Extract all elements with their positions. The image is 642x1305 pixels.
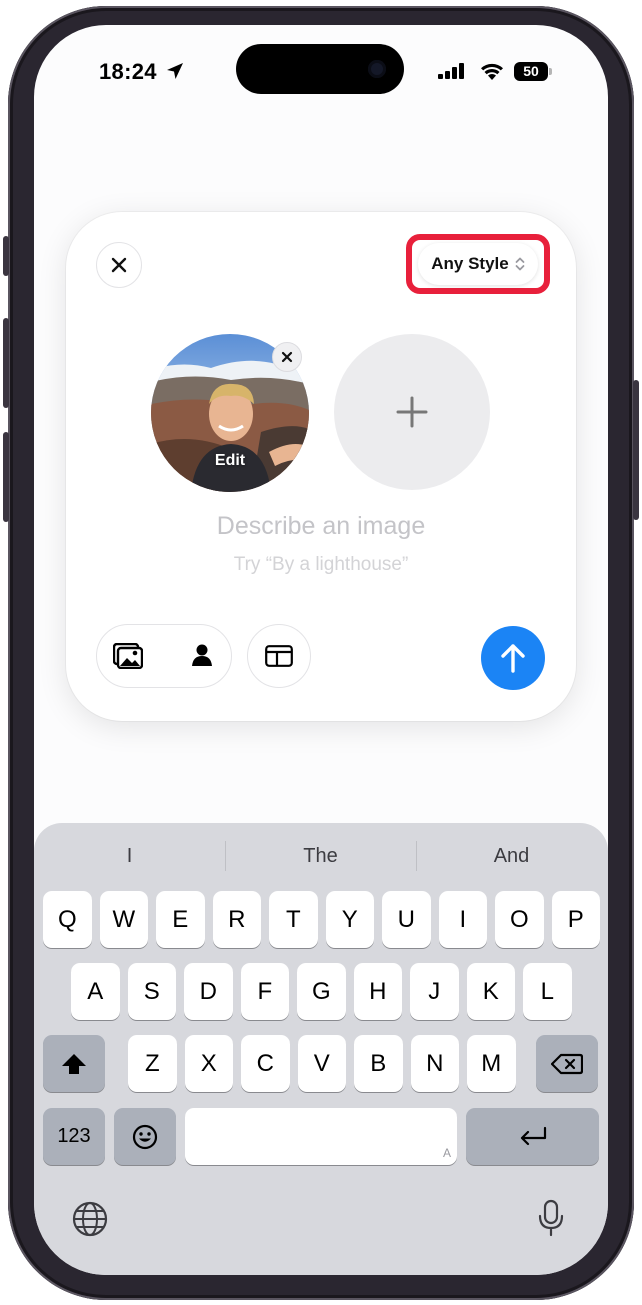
plus-icon: [396, 396, 428, 428]
location-arrow-icon: [167, 63, 183, 79]
remove-photo-button[interactable]: [272, 342, 302, 372]
suggestion-item[interactable]: The: [225, 845, 416, 868]
key-s[interactable]: S: [127, 963, 177, 1020]
key-v[interactable]: V: [297, 1035, 347, 1092]
key-m[interactable]: M: [467, 1035, 516, 1092]
action-button: [3, 236, 9, 276]
key-f[interactable]: F: [240, 963, 290, 1020]
key-c[interactable]: C: [241, 1035, 290, 1092]
close-icon: [111, 257, 127, 273]
status-time: 18:24: [99, 59, 157, 84]
key-u[interactable]: U: [382, 891, 431, 948]
key-n[interactable]: N: [410, 1035, 460, 1092]
layout-button[interactable]: [247, 624, 311, 688]
key-x[interactable]: X: [184, 1035, 234, 1092]
close-button[interactable]: [96, 242, 142, 288]
send-button[interactable]: [481, 626, 545, 690]
key-e[interactable]: E: [156, 891, 205, 948]
key-j[interactable]: J: [410, 963, 459, 1020]
key-o[interactable]: O: [495, 891, 544, 948]
key-g[interactable]: G: [297, 963, 346, 1020]
delete-icon: [551, 1053, 583, 1074]
power-button: [633, 380, 639, 520]
add-concept-button[interactable]: [334, 334, 490, 490]
shift-key[interactable]: [43, 1035, 105, 1092]
emoji-icon: [132, 1124, 158, 1149]
delete-key[interactable]: [536, 1035, 598, 1092]
style-picker-button[interactable]: Any Style: [418, 243, 538, 285]
layout-icon: [265, 645, 293, 667]
photos-icon[interactable]: [113, 643, 143, 669]
microphone-icon[interactable]: [538, 1199, 564, 1237]
camera-icon: [368, 60, 386, 78]
numbers-key[interactable]: 123: [43, 1108, 105, 1165]
key-q[interactable]: Q: [43, 891, 92, 948]
key-w[interactable]: W: [99, 891, 149, 948]
chevron-updown-icon: [515, 257, 525, 271]
key-p[interactable]: P: [551, 891, 601, 948]
key-t[interactable]: T: [269, 891, 318, 948]
key-y[interactable]: Y: [325, 891, 375, 948]
key-k[interactable]: K: [466, 963, 516, 1020]
suggestion-bar: I The And: [34, 823, 608, 885]
emoji-key[interactable]: [114, 1108, 176, 1165]
key-i[interactable]: I: [438, 891, 488, 948]
status-bar: 18:24 50: [34, 25, 608, 115]
key-b[interactable]: B: [354, 1035, 403, 1092]
return-icon: [520, 1126, 546, 1145]
media-picker-group: [96, 624, 232, 688]
return-key[interactable]: [466, 1108, 599, 1165]
suggestion-item[interactable]: And: [416, 845, 607, 868]
shift-icon: [62, 1053, 86, 1074]
volume-down-button: [3, 432, 9, 522]
battery-level: 50: [523, 63, 539, 79]
image-playground-card: Any Style Edit Describe an image Try “By…: [66, 212, 576, 721]
space-key[interactable]: A: [185, 1108, 457, 1165]
space-key-hint: A: [442, 1146, 451, 1160]
key-z[interactable]: Z: [128, 1035, 177, 1092]
remove-icon: [281, 351, 293, 363]
photo-edit-label[interactable]: Edit: [151, 452, 309, 470]
key-h[interactable]: H: [353, 963, 403, 1020]
globe-icon[interactable]: [72, 1201, 108, 1237]
screen: 18:24 50 Any Style Edit Describe an imag…: [34, 25, 608, 1275]
key-a[interactable]: A: [71, 963, 120, 1020]
keyboard: I The And QWERTYUIOP ASDFGHJKL ZXCVBNM 1…: [34, 823, 608, 1275]
describe-image-input[interactable]: Describe an image: [66, 512, 576, 541]
prompt-hint: Try “By a lighthouse”: [233, 554, 409, 575]
signal-icon: [438, 63, 464, 79]
key-r[interactable]: R: [212, 891, 262, 948]
style-picker-label: Any Style: [431, 254, 509, 273]
volume-up-button: [3, 318, 9, 408]
key-d[interactable]: D: [184, 963, 233, 1020]
arrow-up-icon: [501, 644, 525, 673]
wifi-icon: [481, 63, 503, 80]
dynamic-island: [236, 44, 404, 94]
key-l[interactable]: L: [523, 963, 572, 1020]
battery-icon: 50: [514, 62, 552, 81]
person-icon[interactable]: [191, 643, 213, 667]
suggestion-item[interactable]: I: [34, 845, 225, 868]
